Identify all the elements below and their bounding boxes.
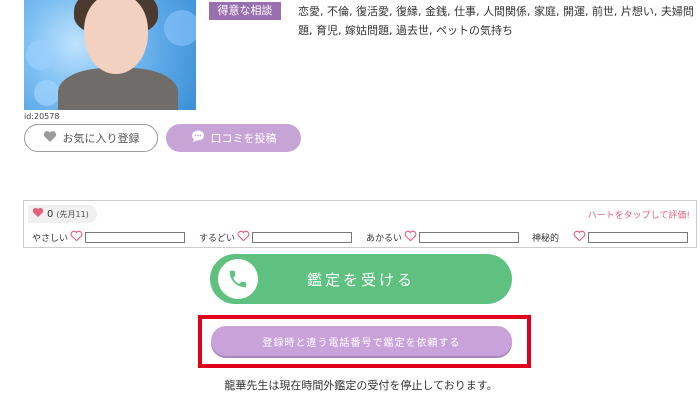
phone-icon <box>218 259 258 299</box>
receive-reading-button[interactable]: 鑑定を受ける <box>210 254 512 304</box>
rating-panel: 0 (先月11) ハートをタップして評価! やさしい するどい あかるい 神秘的 <box>23 200 697 248</box>
specialties-list: 恋愛, 不倫, 復活愛, 復縁, 金銭, 仕事, 人間関係, 家庭, 開運, 前… <box>298 5 694 37</box>
rating-item-kind[interactable]: やさしい <box>32 230 186 245</box>
rating-item-cheerful[interactable]: あかるい <box>366 230 520 245</box>
rating-item-label: するどい <box>199 233 236 244</box>
receive-reading-label: 鑑定を受ける <box>306 270 415 289</box>
heart-outline-icon[interactable] <box>237 230 250 245</box>
rating-item-mystic[interactable]: 神秘的 <box>532 230 689 245</box>
post-review-button[interactable]: 口コミを投稿 <box>166 124 301 152</box>
rating-item-sharp[interactable]: するどい <box>199 230 353 245</box>
rating-count-value: 0 <box>47 208 54 220</box>
add-favorite-button[interactable]: お気に入り登録 <box>24 124 158 152</box>
post-review-label: 口コミを投稿 <box>210 132 277 145</box>
profile-photo <box>24 0 196 110</box>
photo-flower-decoration <box>34 80 60 106</box>
specialties-badge: 得意な相談 <box>209 2 281 20</box>
reception-notice: 龍華先生は現在時間外鑑定の受付を停止しております。 <box>224 379 498 392</box>
heart-outline-icon[interactable] <box>70 230 83 245</box>
request-with-other-phone-button[interactable]: 登録時と違う電話番号で鑑定を依頼する <box>211 326 512 356</box>
speech-bubble-icon <box>191 130 205 146</box>
rating-bar <box>419 231 520 243</box>
rating-bar <box>252 231 353 243</box>
rating-item-label: あかるい <box>366 233 403 244</box>
photo-flower-decoration <box>26 40 56 70</box>
rating-bar <box>85 231 186 243</box>
heart-icon <box>32 207 44 221</box>
rating-count: 0 (先月11) <box>28 205 97 223</box>
rating-tap-hint: ハートをタップして評価! <box>587 211 690 221</box>
heart-outline-icon[interactable] <box>573 230 586 245</box>
add-favorite-label: お気に入り登録 <box>62 132 140 145</box>
heart-icon <box>43 130 57 146</box>
rating-item-label: やさしい <box>32 233 69 244</box>
heart-outline-icon[interactable] <box>404 230 417 245</box>
rating-bar <box>588 231 689 243</box>
rating-item-label: 神秘的 <box>532 233 560 244</box>
photo-flower-decoration <box>164 10 196 46</box>
photo-person-face <box>84 0 148 74</box>
photo-person-body <box>58 68 178 110</box>
rating-count-period: (先月11) <box>56 209 89 219</box>
profile-id: id:20578 <box>24 112 60 121</box>
